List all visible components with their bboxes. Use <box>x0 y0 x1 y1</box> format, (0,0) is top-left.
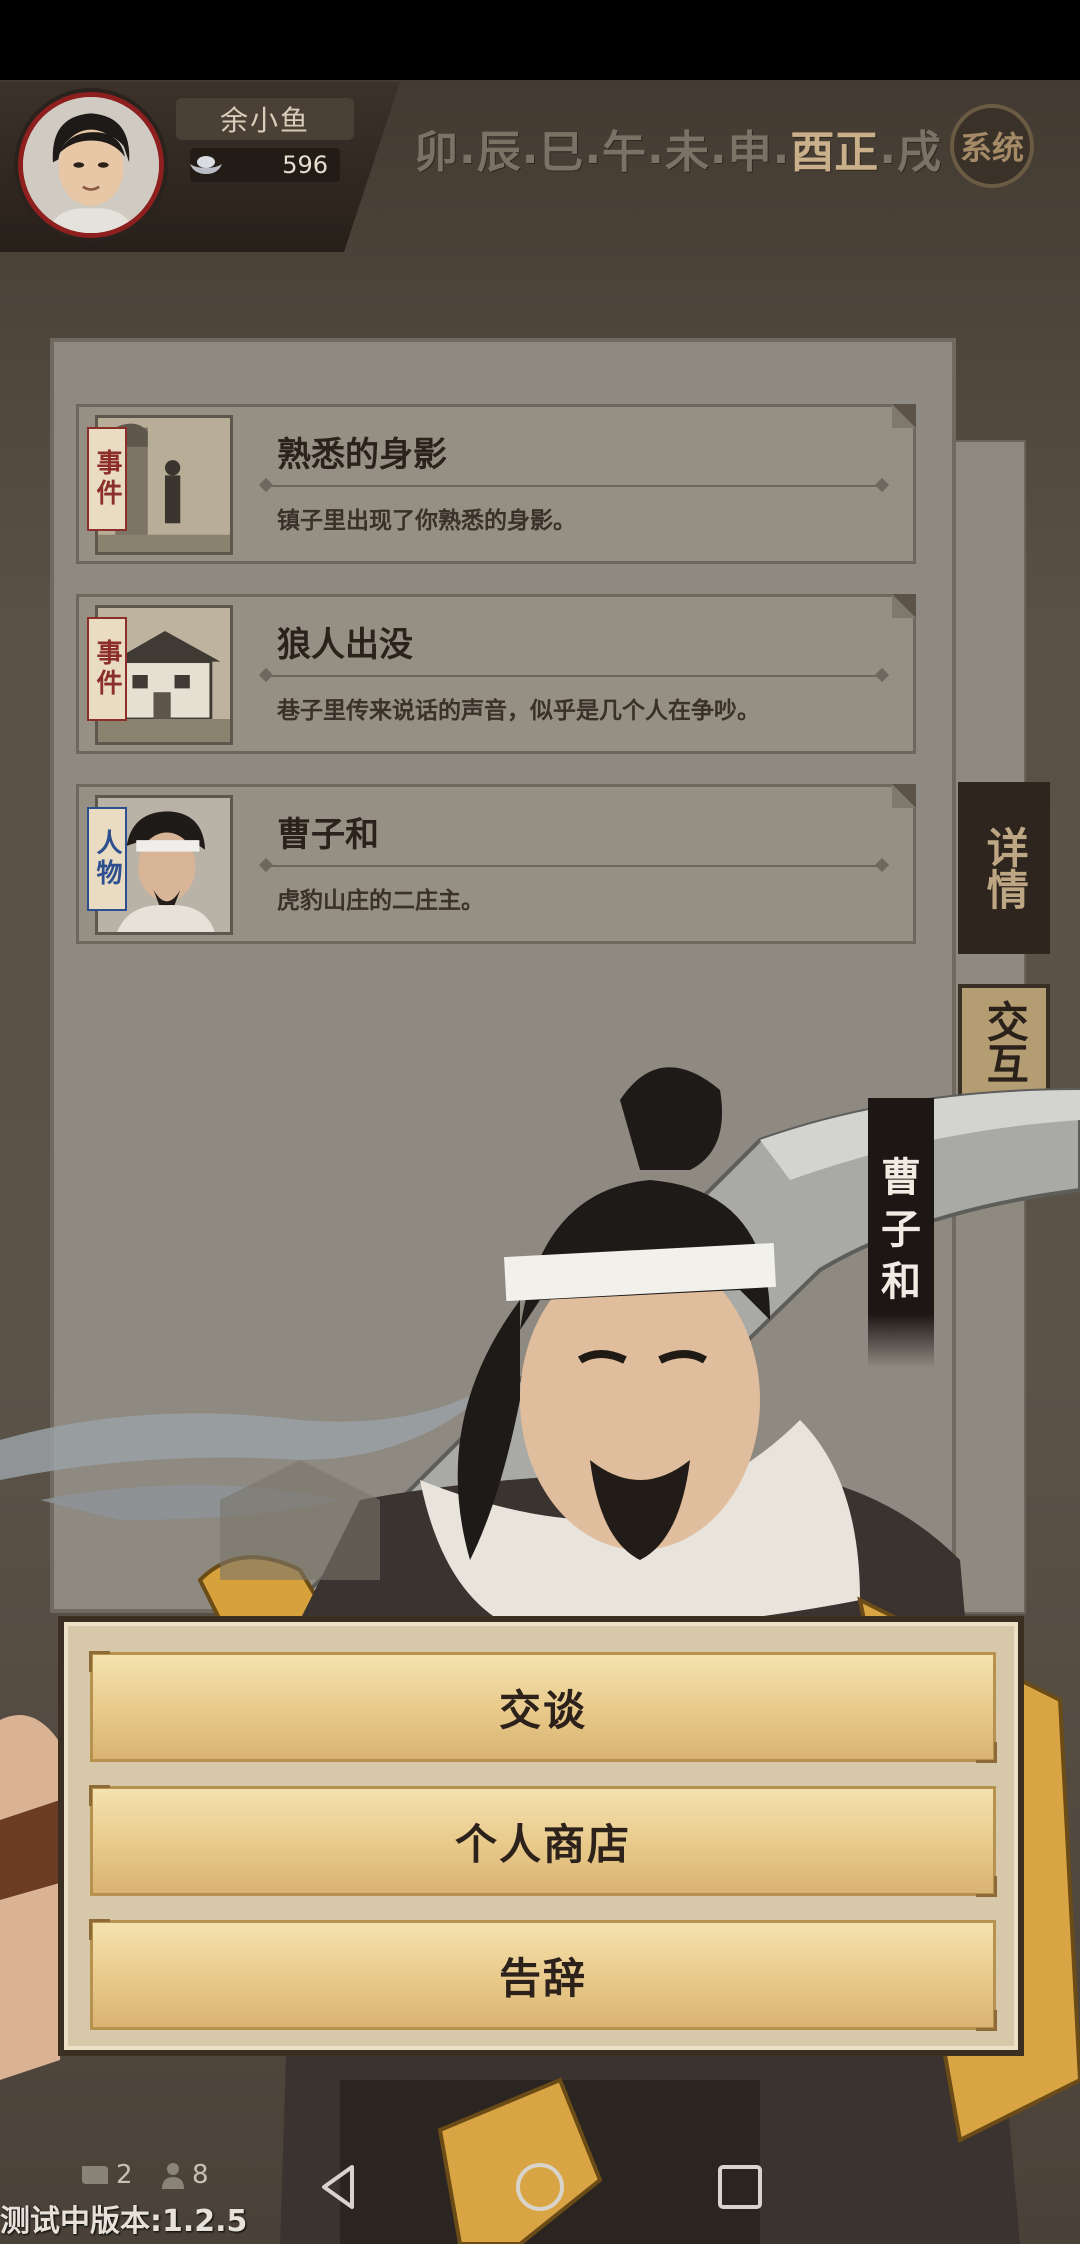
time-period: 申 <box>727 127 772 178</box>
time-period: 辰 <box>476 127 521 178</box>
tab-detail-label: 详情 <box>980 826 1030 910</box>
character-name-banner: 曹 子 和 <box>868 1098 934 1368</box>
silver-counter: 596 <box>190 148 340 182</box>
leave-button[interactable]: 告辞 <box>89 1919 997 2031</box>
card-description: 镇子里出现了你熟悉的身影。 <box>277 508 576 534</box>
list-item-event[interactable]: 事件 熟悉的身影 镇子里出现了你熟悉的身影。 <box>76 404 916 564</box>
silver-amount: 596 <box>282 151 328 179</box>
time-period-bar: 卯. 辰. 巳. 午. 未. 申. 酉正. 戌 <box>414 118 942 179</box>
list-item-event[interactable]: 事件 狼人出没 巷子里传来说话的声音，似乎是几个人在争吵。 <box>76 594 916 754</box>
player-name: 余小鱼 <box>176 98 354 140</box>
home-icon[interactable] <box>512 2159 568 2215</box>
card-description: 虎豹山庄的二庄主。 <box>277 888 484 914</box>
name-char: 曹 <box>881 1155 921 1201</box>
card-title: 曹子和 <box>277 815 379 855</box>
talk-button[interactable]: 交谈 <box>89 1651 997 1763</box>
divider <box>265 485 883 487</box>
action-menu: 交谈 个人商店 告辞 <box>58 1616 1024 2056</box>
time-period-current: 酉正 <box>790 127 879 178</box>
card-description: 巷子里传来说话的声音，似乎是几个人在争吵。 <box>277 698 760 724</box>
page-fold-icon <box>892 594 916 618</box>
event-badge: 事件 <box>87 617 127 721</box>
character-badge: 人物 <box>87 807 127 911</box>
card-title: 熟悉的身影 <box>277 435 447 475</box>
personal-shop-button[interactable]: 个人商店 <box>89 1785 997 1897</box>
time-period: 未 <box>664 127 709 178</box>
list-item-character[interactable]: 人物 曹子和 虎豹山庄的二庄主。 <box>76 784 916 944</box>
version-label: 测试中版本:1.2.5 <box>0 2204 248 2239</box>
name-char: 子 <box>881 1207 921 1253</box>
event-badge: 事件 <box>87 427 127 531</box>
time-period: 午 <box>602 127 647 178</box>
time-period: 卯 <box>414 127 458 178</box>
divider <box>265 865 883 867</box>
status-bar <box>0 0 1080 80</box>
time-period: 戌 <box>897 127 942 178</box>
tab-detail[interactable]: 详情 <box>958 782 1050 954</box>
time-period: 巳 <box>539 127 584 178</box>
back-icon[interactable] <box>312 2159 368 2215</box>
page-fold-icon <box>892 404 916 428</box>
name-char: 和 <box>881 1259 921 1305</box>
system-button[interactable]: 系统 <box>950 104 1034 188</box>
page-fold-icon <box>892 784 916 808</box>
card-title: 狼人出没 <box>277 625 413 665</box>
recents-icon[interactable] <box>712 2159 768 2215</box>
silver-ingot-icon <box>190 156 222 174</box>
player-avatar[interactable] <box>18 92 164 238</box>
divider <box>265 675 883 677</box>
